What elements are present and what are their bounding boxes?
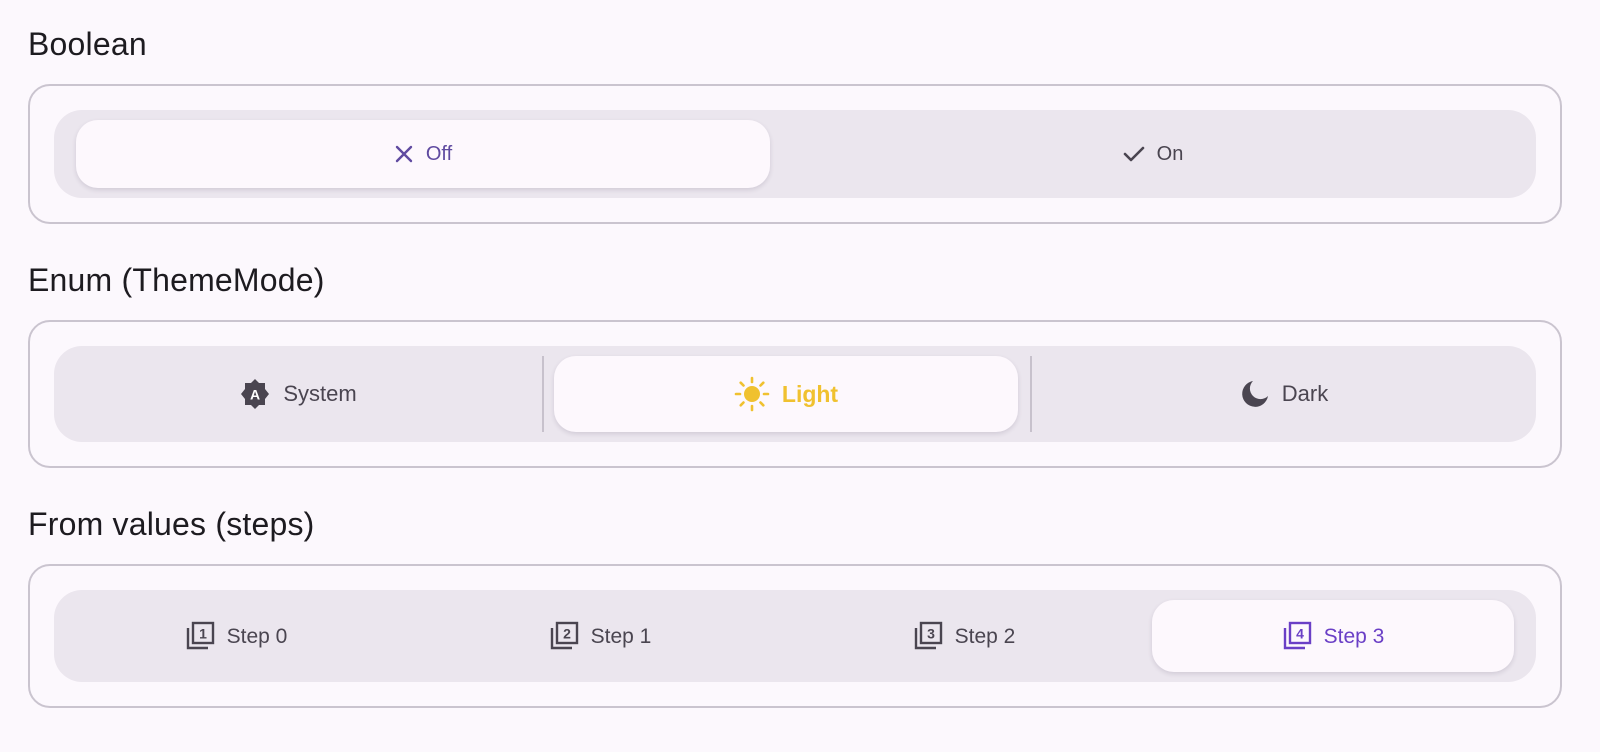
steps-segmented-control: 1 Step 0 2 Step 1 3 Step 2 4 Step 3 xyxy=(54,590,1536,682)
brightness-auto-icon: A xyxy=(239,378,271,410)
section-title-enum: Enum (ThemeMode) xyxy=(28,262,325,298)
filter-4-icon: 4 xyxy=(1282,621,1312,651)
svg-text:1: 1 xyxy=(199,626,207,642)
svg-text:3: 3 xyxy=(927,626,935,642)
svg-text:A: A xyxy=(250,387,260,403)
segment-system[interactable]: A System xyxy=(54,356,542,432)
section-title-steps: From values (steps) xyxy=(28,506,315,542)
segment-on[interactable]: On xyxy=(770,120,1536,188)
section-title-boolean: Boolean xyxy=(28,26,147,62)
segment-system-label: System xyxy=(283,381,357,406)
segment-step-0-label: Step 0 xyxy=(226,624,288,648)
segment-step-2[interactable]: 3 Step 2 xyxy=(782,600,1146,672)
segment-dark[interactable]: Dark xyxy=(1032,356,1536,432)
filter-1-icon: 1 xyxy=(185,621,215,651)
check-icon xyxy=(1123,145,1145,163)
enum-card: A System Light Dark xyxy=(28,320,1562,468)
segment-step-3[interactable]: 4 Step 3 xyxy=(1152,600,1514,672)
theme-mode-segmented-control: A System Light Dark xyxy=(54,346,1536,442)
boolean-segmented-control: Off On xyxy=(54,110,1536,198)
segment-dark-label: Dark xyxy=(1281,381,1329,406)
moon-icon xyxy=(1240,379,1270,409)
segment-divider xyxy=(542,356,544,432)
segment-step-0[interactable]: 1 Step 0 xyxy=(54,600,418,672)
svg-text:4: 4 xyxy=(1296,626,1304,642)
filter-2-icon: 2 xyxy=(549,621,579,651)
sun-icon xyxy=(734,376,770,412)
segment-light[interactable]: Light xyxy=(554,356,1018,432)
boolean-card: Off On xyxy=(28,84,1562,224)
close-icon xyxy=(394,144,414,164)
segment-step-2-label: Step 2 xyxy=(954,624,1016,648)
segment-step-1-label: Step 1 xyxy=(590,624,652,648)
steps-card: 1 Step 0 2 Step 1 3 Step 2 4 Step 3 xyxy=(28,564,1562,708)
filter-3-icon: 3 xyxy=(913,621,943,651)
segment-on-label: On xyxy=(1156,143,1184,165)
svg-text:2: 2 xyxy=(563,626,571,642)
segment-off[interactable]: Off xyxy=(76,120,770,188)
segment-off-label: Off xyxy=(425,143,453,165)
segment-light-label: Light xyxy=(781,380,839,407)
segment-step-3-label: Step 3 xyxy=(1323,624,1385,648)
segment-step-1[interactable]: 2 Step 1 xyxy=(418,600,782,672)
